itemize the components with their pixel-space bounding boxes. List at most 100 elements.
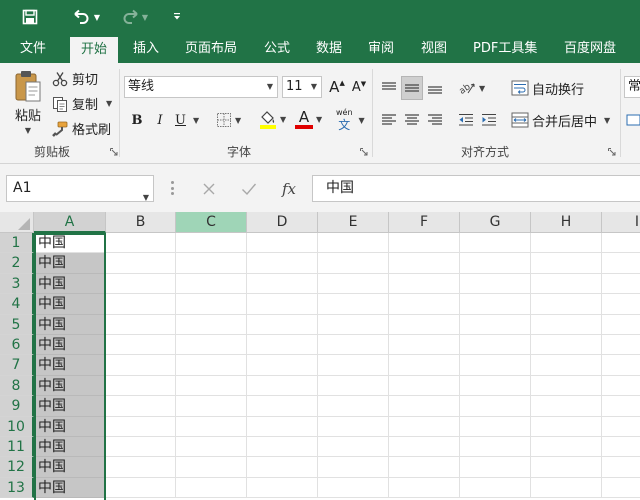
column-header-i[interactable]: I <box>602 212 640 233</box>
cell-f5[interactable] <box>389 314 460 335</box>
row-header-8[interactable]: 8 <box>0 375 34 397</box>
customize-quick-access-button[interactable] <box>170 6 184 28</box>
paste-dropdown-icon[interactable]: ▼ <box>25 126 31 135</box>
cell-c2[interactable] <box>176 253 247 274</box>
cell-i1[interactable] <box>602 233 640 254</box>
undo-button[interactable]: ▼ <box>66 6 106 28</box>
cell-e3[interactable] <box>318 273 389 295</box>
cell-c4[interactable] <box>176 294 247 315</box>
column-header-d[interactable]: D <box>247 212 318 233</box>
cell-g2[interactable] <box>460 253 531 274</box>
confirm-edit-button[interactable] <box>236 175 262 202</box>
align-top-button[interactable] <box>378 76 400 100</box>
cell-a8[interactable]: 中国 <box>34 375 106 397</box>
cell-b7[interactable] <box>106 355 176 376</box>
cell-d13[interactable] <box>247 477 318 499</box>
cell-f6[interactable] <box>389 335 460 356</box>
orientation-dropdown-icon[interactable]: ▼ <box>479 84 485 93</box>
cell-c1[interactable] <box>176 233 247 254</box>
cell-g8[interactable] <box>460 375 531 397</box>
copy-dropdown-icon[interactable]: ▼ <box>106 99 112 108</box>
cell-g3[interactable] <box>460 273 531 295</box>
cell-c9[interactable] <box>176 396 247 417</box>
cell-h13[interactable] <box>531 477 602 499</box>
font-size-dropdown-icon[interactable]: ▼ <box>307 77 321 97</box>
cell-i10[interactable] <box>602 417 640 437</box>
cell-f8[interactable] <box>389 375 460 397</box>
cell-f10[interactable] <box>389 416 460 437</box>
tab-baidu-netdisk[interactable]: 百度网盘 <box>564 34 616 63</box>
decrease-indent-button[interactable] <box>455 109 477 131</box>
row-header-11[interactable]: 11 <box>0 437 34 458</box>
cell-e2[interactable] <box>318 253 389 274</box>
cell-d8[interactable] <box>247 375 318 397</box>
font-launcher-icon[interactable] <box>360 148 368 156</box>
copy-button[interactable]: 复制 ▼ <box>52 94 112 113</box>
cell-c6[interactable] <box>176 335 247 356</box>
clipboard-launcher-icon[interactable] <box>110 148 118 156</box>
cell-g9[interactable] <box>460 396 531 417</box>
row-header-12[interactable]: 12 <box>0 457 34 478</box>
cell-c11[interactable] <box>176 437 247 458</box>
cell-h12[interactable] <box>531 457 602 478</box>
insert-function-button[interactable]: fx <box>276 175 302 202</box>
cell-b2[interactable] <box>106 253 176 274</box>
cell-b6[interactable] <box>106 335 176 356</box>
cut-button[interactable]: 剪切 <box>52 69 98 88</box>
cell-d10[interactable] <box>247 416 318 437</box>
undo-dropdown-icon[interactable]: ▼ <box>94 13 100 22</box>
formula-input[interactable]: 中国 <box>312 175 640 202</box>
cell-c13[interactable] <box>176 477 247 499</box>
cell-e13[interactable] <box>318 477 389 499</box>
cell-d3[interactable] <box>247 273 318 295</box>
cell-b10[interactable] <box>106 416 176 437</box>
cell-a12[interactable]: 中国 <box>34 457 106 478</box>
column-header-f[interactable]: F <box>389 212 460 233</box>
cell-i11[interactable] <box>602 437 640 458</box>
fill-color-button[interactable]: ▼ <box>259 108 286 130</box>
cell-i9[interactable] <box>602 396 640 417</box>
cell-f12[interactable] <box>389 457 460 478</box>
cell-i7[interactable] <box>602 355 640 376</box>
cell-c7[interactable] <box>176 355 247 376</box>
cell-h11[interactable] <box>531 437 602 458</box>
row-header-9[interactable]: 9 <box>0 396 34 417</box>
tab-review[interactable]: 审阅 <box>368 34 394 63</box>
cell-h10[interactable] <box>531 416 602 437</box>
font-name-combo[interactable]: 等线 ▼ <box>124 76 278 98</box>
cell-d11[interactable] <box>247 437 318 458</box>
cell-d1[interactable] <box>247 233 318 254</box>
cell-e11[interactable] <box>318 437 389 458</box>
cell-i3[interactable] <box>602 274 640 295</box>
tab-page-layout[interactable]: 页面布局 <box>185 34 237 63</box>
column-header-c[interactable]: C <box>176 212 247 233</box>
cell-f11[interactable] <box>389 437 460 458</box>
cell-c10[interactable] <box>176 416 247 437</box>
tab-insert[interactable]: 插入 <box>133 34 159 63</box>
cell-e7[interactable] <box>318 355 389 376</box>
accounting-format-button[interactable] <box>626 111 640 129</box>
row-header-2[interactable]: 2 <box>0 253 34 274</box>
cell-d7[interactable] <box>247 355 318 376</box>
cell-b3[interactable] <box>106 273 176 295</box>
fill-color-dropdown-icon[interactable]: ▼ <box>280 115 286 124</box>
row-header-13[interactable]: 13 <box>0 477 34 499</box>
cell-f4[interactable] <box>389 294 460 315</box>
cell-h5[interactable] <box>531 314 602 335</box>
redo-dropdown-icon[interactable]: ▼ <box>142 13 148 22</box>
row-header-7[interactable]: 7 <box>0 355 34 376</box>
tab-pdf-tools[interactable]: PDF工具集 <box>473 34 537 63</box>
cell-c3[interactable] <box>176 273 247 295</box>
formula-bar-grip-icon[interactable] <box>171 181 174 195</box>
cell-b5[interactable] <box>106 314 176 335</box>
row-header-10[interactable]: 10 <box>0 416 34 437</box>
cell-b12[interactable] <box>106 457 176 478</box>
column-header-b[interactable]: B <box>106 212 176 233</box>
row-header-1[interactable]: 1 <box>0 233 34 254</box>
cell-a1[interactable]: 中国 <box>34 233 106 254</box>
select-all-corner[interactable] <box>0 212 34 233</box>
tab-home[interactable]: 开始 <box>70 37 119 63</box>
font-size-combo[interactable]: 11 ▼ <box>282 76 322 98</box>
cell-d2[interactable] <box>247 253 318 274</box>
phonetic-button[interactable]: wén 文 ▼ <box>336 107 365 133</box>
